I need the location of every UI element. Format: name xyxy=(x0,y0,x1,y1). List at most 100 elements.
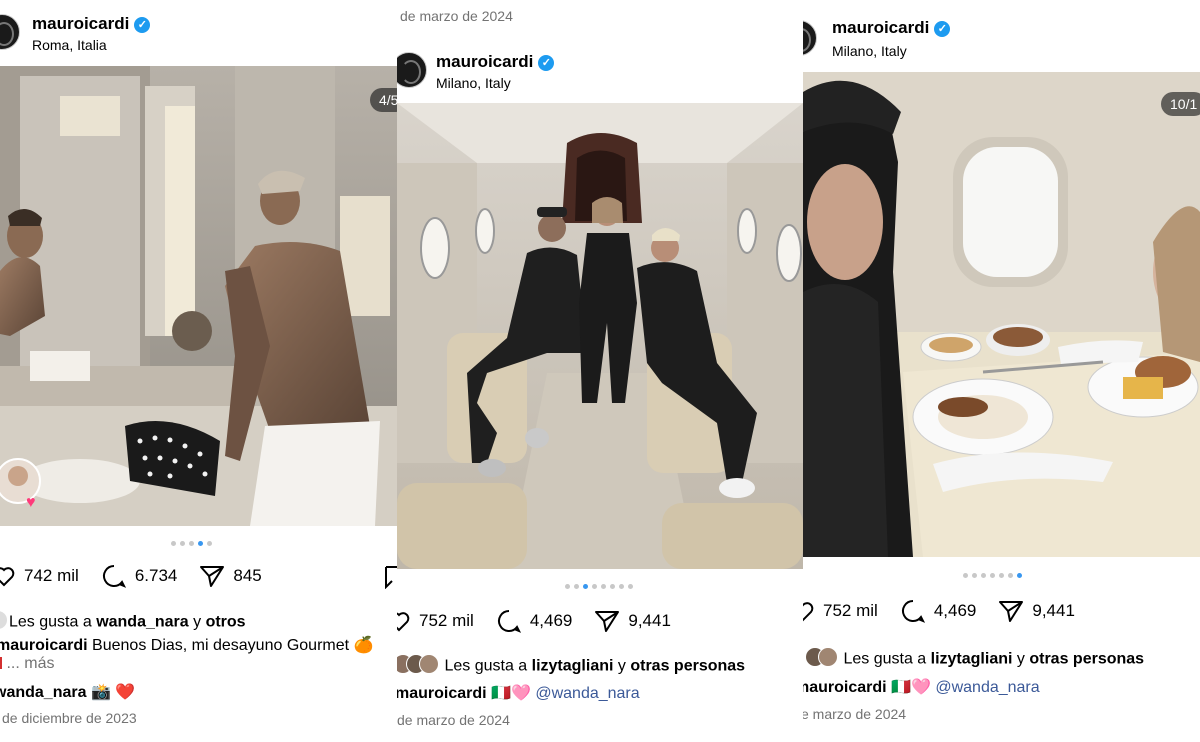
post-photo[interactable] xyxy=(397,103,803,569)
post-location[interactable]: Roma, Italia xyxy=(32,37,107,53)
heart-sticker-icon: ♥ xyxy=(26,494,36,511)
liked-by-line: Les gusta a lizytagliani y otras persona… xyxy=(805,647,1144,672)
carousel-dots xyxy=(171,541,212,546)
liked-by-avatars xyxy=(397,654,439,679)
verified-badge-icon: ✓ xyxy=(538,55,555,71)
liked-by-line: Les gusta a wanda_nara y otros xyxy=(0,610,246,635)
liked-by-others-link[interactable]: otras personas xyxy=(630,658,745,675)
liked-by-user-link[interactable]: lizytagliani xyxy=(532,658,614,675)
like-button[interactable]: 742 mil xyxy=(0,564,79,588)
post-date: de marzo de 2024 xyxy=(397,712,510,728)
liked-by-line: Les gusta a lizytagliani y otras persona… xyxy=(397,654,745,679)
caption-username[interactable]: mauroicardi xyxy=(803,679,887,696)
caption-text: Buenos Dias, mi desayuno Gourmet 🍊 xyxy=(92,637,374,654)
caption-mention-link[interactable]: @wanda_nara xyxy=(935,679,1039,696)
verified-badge-icon: ✓ xyxy=(934,21,951,37)
carousel-dot[interactable] xyxy=(963,573,968,578)
liked-by-avatars xyxy=(0,610,8,635)
carousel-dot[interactable] xyxy=(981,573,986,578)
carousel-counter: 4/5 xyxy=(370,88,397,112)
carousel-counter: 10/1 xyxy=(1161,92,1200,116)
carousel-dot[interactable] xyxy=(628,584,633,589)
post-panel-3: mauroicardi ✓ Milano, Italy 10/1 752 mil… xyxy=(803,0,1200,742)
username-text[interactable]: mauroicardi xyxy=(436,52,533,71)
liked-by-others-link[interactable]: otros xyxy=(206,614,246,631)
carousel-dot[interactable] xyxy=(592,584,597,589)
carousel-dot[interactable] xyxy=(972,573,977,578)
caption-text: 🇮🇹🩷 xyxy=(491,685,531,702)
username[interactable]: mauroicardi ✓ xyxy=(832,18,951,38)
caption: mauroicardi Buenos Dias, mi desayuno Gou… xyxy=(0,635,373,655)
post-location[interactable]: Milano, Italy xyxy=(436,75,511,91)
caption-username[interactable]: mauroicardi xyxy=(397,685,487,702)
carousel-dot[interactable] xyxy=(999,573,1004,578)
carousel-dot[interactable] xyxy=(207,541,212,546)
liked-by-avatars xyxy=(805,647,838,672)
send-icon xyxy=(595,611,620,632)
post-actions: 752 mil 4,469 9,441 xyxy=(803,598,1097,624)
liked-by-prefix: Les gusta a xyxy=(444,657,528,675)
share-button[interactable]: 9,441 xyxy=(594,609,671,633)
carousel-dot[interactable] xyxy=(574,584,579,589)
comment-button[interactable]: 4,469 xyxy=(496,608,573,634)
share-button[interactable]: 9,441 xyxy=(998,599,1075,623)
bookmark-icon[interactable] xyxy=(384,565,397,589)
carousel-dot[interactable] xyxy=(565,584,570,589)
caption-mention-link[interactable]: @wanda_nara xyxy=(535,685,639,702)
jet-meal-photo xyxy=(803,72,1200,557)
comment-button[interactable]: 6.734 xyxy=(101,563,177,589)
more-link[interactable]: ... más xyxy=(6,655,54,672)
share-count: 9,441 xyxy=(1032,601,1075,620)
send-icon xyxy=(999,601,1024,622)
carousel-dot[interactable] xyxy=(189,541,194,546)
caption-username[interactable]: mauroicardi xyxy=(0,637,88,654)
liked-by-prefix: Les gusta a xyxy=(843,650,927,668)
carousel-dot-active[interactable] xyxy=(198,541,203,546)
post-photo[interactable]: ♥ 4/5 xyxy=(0,66,397,526)
carousel-dot[interactable] xyxy=(990,573,995,578)
liked-by-conjunction: y xyxy=(617,657,626,675)
comment-count: 4,469 xyxy=(529,611,573,630)
carousel-dot[interactable] xyxy=(1008,573,1013,578)
liked-by-conjunction: y xyxy=(1016,650,1025,668)
liked-by-user-link[interactable]: wanda_nara xyxy=(96,614,188,631)
comment-username[interactable]: wanda_nara xyxy=(0,684,86,701)
like-count: 752 mil xyxy=(419,611,474,630)
profile-avatar[interactable] xyxy=(397,52,427,88)
share-button[interactable]: 845 xyxy=(199,564,262,588)
liked-by-prefix: Les gusta a xyxy=(9,613,92,631)
post-panel-1: mauroicardi ✓ Roma, Italia ♥ 4/5 742 mil… xyxy=(0,0,397,742)
like-button[interactable]: 752 mil xyxy=(803,599,878,623)
previous-post-date: de marzo de 2024 xyxy=(400,8,513,24)
carousel-dot[interactable] xyxy=(619,584,624,589)
send-icon xyxy=(200,566,225,587)
top-comment: wanda_nara 📸 ❤️ xyxy=(0,682,135,702)
carousel-dot[interactable] xyxy=(180,541,185,546)
username[interactable]: mauroicardi ✓ xyxy=(32,14,151,34)
profile-avatar[interactable] xyxy=(0,14,20,50)
liked-by-others-link[interactable]: otras personas xyxy=(1029,651,1144,668)
post-location[interactable]: Milano, Italy xyxy=(832,43,907,59)
like-button[interactable]: 752 mil xyxy=(397,609,474,633)
username[interactable]: mauroicardi ✓ xyxy=(436,52,555,72)
carousel-dot[interactable] xyxy=(171,541,176,546)
carousel-dot-active[interactable] xyxy=(583,584,588,589)
username-text[interactable]: mauroicardi xyxy=(832,18,929,37)
caption: mauroicardi 🇮🇹🩷 @wanda_nara xyxy=(397,683,640,703)
liked-by-user-link[interactable]: lizytagliani xyxy=(931,651,1013,668)
post-photo[interactable]: 10/1 xyxy=(803,72,1200,557)
caption-text: 🇮🇹🩷 xyxy=(891,679,931,696)
caption: mauroicardi 🇮🇹🩷 @wanda_nara xyxy=(803,677,1040,697)
share-count: 845 xyxy=(233,566,262,585)
post-date: de diciembre de 2023 xyxy=(2,710,137,726)
carousel-dot[interactable] xyxy=(610,584,615,589)
profile-avatar[interactable] xyxy=(803,20,817,56)
liked-by-conjunction: y xyxy=(193,613,202,631)
carousel-dot[interactable] xyxy=(601,584,606,589)
post-panel-2: de marzo de 2024 mauroicardi ✓ Milano, It… xyxy=(397,0,803,742)
comment-button[interactable]: 4,469 xyxy=(900,598,976,624)
username-text[interactable]: mauroicardi xyxy=(32,14,129,33)
bathroom-photo xyxy=(0,66,397,526)
carousel-dot-active[interactable] xyxy=(1017,573,1022,578)
like-count: 742 mil xyxy=(24,566,79,585)
